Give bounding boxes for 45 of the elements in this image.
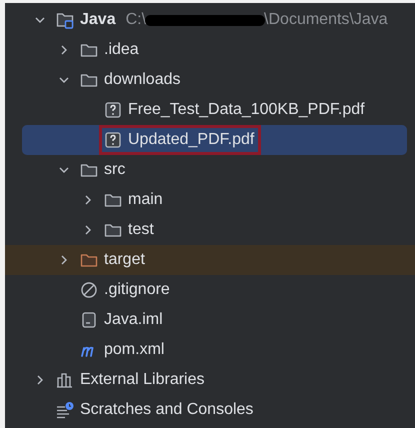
question-file-icon bbox=[104, 131, 122, 149]
tree-item[interactable]: main bbox=[5, 185, 415, 215]
chevron-icon[interactable] bbox=[59, 255, 69, 265]
tree-item[interactable]: External Libraries bbox=[5, 365, 415, 395]
module-folder-icon bbox=[56, 11, 74, 29]
chevron-icon[interactable] bbox=[59, 75, 69, 85]
tree-item[interactable]: target bbox=[5, 245, 415, 275]
item-label: Java.iml bbox=[104, 311, 163, 329]
chevron-icon[interactable] bbox=[35, 375, 45, 385]
chevron-icon[interactable] bbox=[59, 165, 69, 175]
tree-item[interactable]: downloads bbox=[5, 65, 415, 95]
item-label: Updated_PDF.pdf bbox=[128, 131, 254, 149]
chevron-icon[interactable] bbox=[59, 45, 69, 55]
item-label: downloads bbox=[104, 71, 180, 89]
item-label: .gitignore bbox=[104, 281, 170, 299]
item-label: .idea bbox=[104, 41, 139, 59]
chevron-icon[interactable] bbox=[83, 195, 93, 205]
tree-item[interactable]: .idea bbox=[5, 35, 415, 65]
tree-item[interactable]: .gitignore bbox=[5, 275, 415, 305]
chevron-icon[interactable] bbox=[83, 225, 93, 235]
tree-item[interactable]: Java.iml bbox=[5, 305, 415, 335]
tree-item[interactable]: Java C:\ \Documents\Java bbox=[5, 5, 415, 35]
libraries-icon bbox=[56, 371, 74, 389]
path-text: \Documents\Java bbox=[264, 11, 388, 29]
chevron-icon[interactable] bbox=[35, 15, 45, 25]
item-label: External Libraries bbox=[80, 371, 204, 389]
tree-item[interactable]: Scratches and Consoles bbox=[5, 395, 415, 425]
module-file-icon bbox=[80, 311, 98, 329]
ignore-icon bbox=[80, 281, 98, 299]
scratches-icon bbox=[56, 401, 74, 419]
tree-item[interactable]: src bbox=[5, 155, 415, 185]
item-label: src bbox=[104, 161, 126, 179]
item-label: pom.xml bbox=[104, 341, 164, 359]
tree-item[interactable]: pom.xml bbox=[5, 335, 415, 365]
tree-item[interactable]: test bbox=[5, 215, 415, 245]
item-label: test bbox=[128, 221, 154, 239]
item-label: Free_Test_Data_100KB_PDF.pdf bbox=[128, 101, 365, 119]
tree-item[interactable]: Free_Test_Data_100KB_PDF.pdf bbox=[5, 95, 415, 125]
item-label: Java bbox=[80, 11, 116, 29]
question-file-icon bbox=[104, 101, 122, 119]
tree-item[interactable]: Updated_PDF.pdf bbox=[22, 125, 407, 155]
path-text: C:\ bbox=[126, 11, 146, 29]
item-label: main bbox=[128, 191, 163, 209]
item-label: target bbox=[104, 251, 145, 269]
item-label: Scratches and Consoles bbox=[80, 401, 254, 419]
